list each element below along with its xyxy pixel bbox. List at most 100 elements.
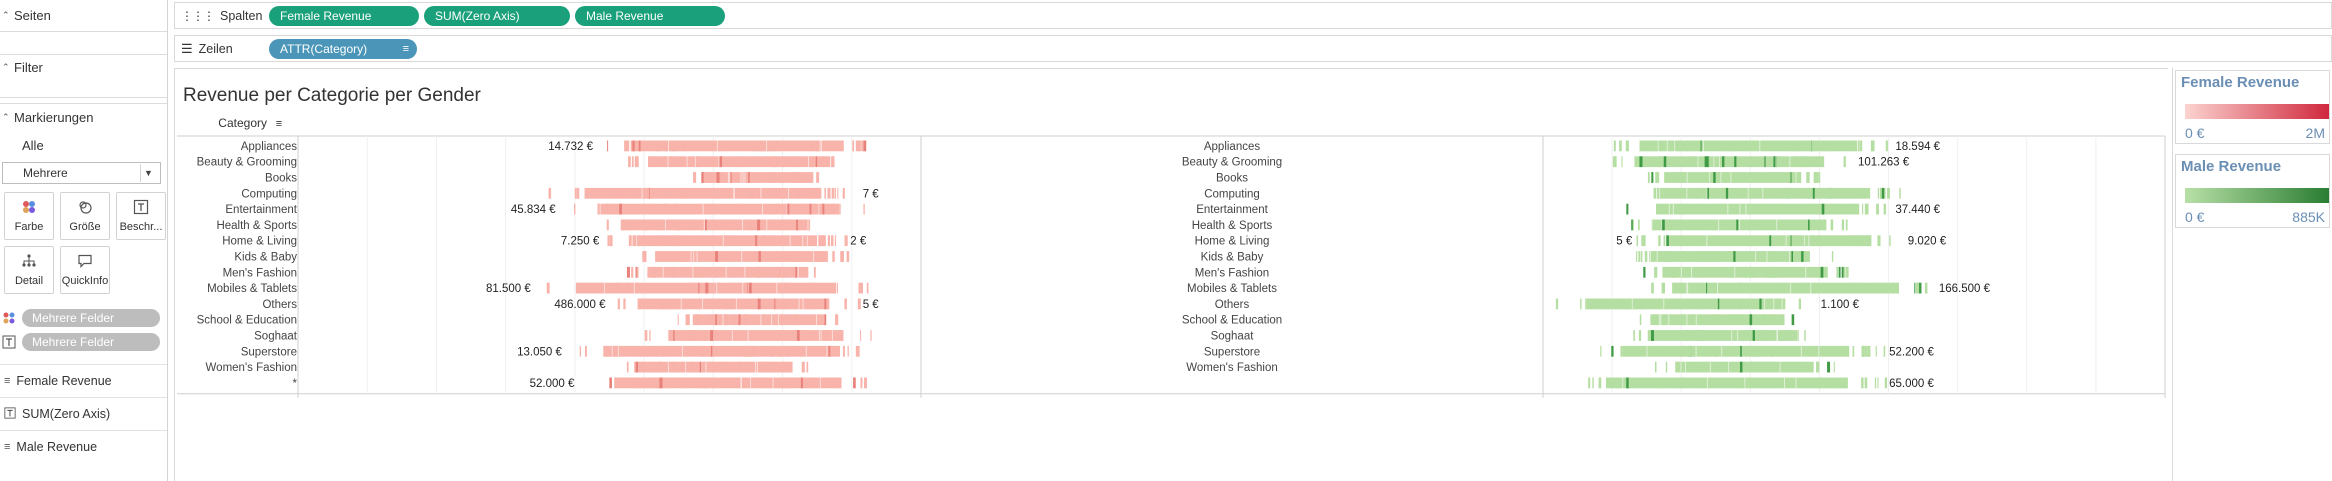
male-bar-tick (1735, 266, 1737, 278)
male-bar-tick (1716, 187, 1719, 199)
female-bar-tick (656, 219, 658, 231)
multiple-fields-pill[interactable]: Mehrere Felder (22, 309, 160, 327)
female-bar-tick (715, 314, 717, 326)
female-bar-tick (789, 361, 793, 373)
columns-pill-female-revenue[interactable]: Female Revenue (269, 5, 419, 26)
male-bar-tick (1739, 361, 1743, 373)
pages-card-header[interactable]: ⌃ Seiten (0, 0, 167, 30)
male-bar-gap (1720, 172, 1722, 183)
male-bar-gap (1795, 377, 1797, 389)
male-bar-tick (1656, 172, 1660, 183)
female-bar-tick (807, 298, 809, 310)
female-bar-tick (806, 361, 809, 373)
female-bar-tick (834, 235, 837, 247)
mark-type-dropdown[interactable]: Mehrere ▼ (2, 162, 161, 184)
male-bar-tick (1816, 235, 1819, 247)
female-bar-tick (739, 156, 743, 168)
label-field-row: Mehrere Felder (0, 330, 167, 354)
male-bar-tick (1672, 172, 1676, 183)
female-bar-tick (683, 298, 686, 310)
female-bar-gap (797, 266, 799, 278)
female-bar-gap (667, 156, 669, 168)
male-bar-tick (1815, 156, 1818, 168)
female-bar-tick (822, 203, 825, 215)
measure-female-revenue[interactable]: ≡ Female Revenue (0, 364, 167, 397)
multiple-fields-pill[interactable]: Mehrere Felder (22, 333, 160, 351)
female-bar-tick (650, 203, 653, 215)
sort-icon[interactable]: ≡ (403, 43, 409, 55)
male-bar-tick (1721, 187, 1725, 199)
female-bar-tick (810, 156, 814, 168)
columns-shelf[interactable]: ⋮⋮⋮ Spalten Female Revenue SUM(Zero Axis… (174, 2, 2332, 29)
female-bar-tick (782, 377, 785, 389)
columns-pill-zero-axis[interactable]: SUM(Zero Axis) (424, 5, 570, 26)
male-bar-gap (1818, 345, 1820, 357)
female-bar-tick (719, 156, 723, 168)
color-field-row: Mehrere Felder (0, 306, 167, 330)
female-bar-gap (776, 282, 778, 294)
male-bar-tick (1705, 361, 1707, 373)
detail-button[interactable]: Detail (4, 246, 54, 294)
male-bar-gap (1803, 235, 1805, 247)
male-bar-tick (1665, 361, 1668, 373)
female-bar-tick (637, 187, 640, 199)
male-bar-tick (1733, 251, 1736, 262)
color-button[interactable]: Farbe (4, 192, 54, 240)
chevron-up-icon[interactable]: ⌃ (2, 10, 10, 21)
male-bar-tick (1680, 282, 1683, 294)
female-bar-tick (737, 361, 740, 373)
female-bar-tick (757, 219, 761, 231)
female-revenue-legend[interactable]: Female Revenue 0 € 2M (2175, 70, 2330, 144)
marks-all-tab[interactable]: Alle (0, 130, 167, 160)
chevron-up-icon[interactable]: ⌃ (2, 62, 10, 73)
male-bar-tick (1884, 377, 1888, 389)
female-bar-tick (698, 282, 700, 294)
male-bar-tick (1823, 377, 1826, 389)
female-bar-tick (668, 187, 671, 199)
text-label-icon (4, 406, 16, 422)
male-bar-tick (1677, 377, 1680, 389)
male-bar-tick (1716, 314, 1720, 326)
male-bar-tick (1777, 172, 1781, 183)
female-bar-tick (839, 203, 841, 215)
marks-card-header[interactable]: ⌃ Markierungen (0, 104, 167, 130)
male-bar-tick (1788, 187, 1790, 199)
male-bar-tick (1838, 187, 1842, 199)
male-bar-tick (1899, 187, 1901, 199)
male-bar-tick (1685, 203, 1688, 215)
chevron-up-icon[interactable]: ⌃ (2, 112, 10, 123)
male-bar-tick (1841, 345, 1844, 357)
size-button[interactable]: Größe (60, 192, 110, 240)
measure-zero-axis[interactable]: SUM(Zero Axis) (0, 397, 167, 430)
rows-shelf[interactable]: ☰ Zeilen ATTR(Category) ≡ (174, 35, 2332, 62)
male-bar-tick (1631, 219, 1633, 231)
measure-male-revenue[interactable]: ≡ Male Revenue (0, 430, 167, 463)
male-bar-gap (1706, 377, 1708, 389)
label-button[interactable]: Beschr... (116, 192, 166, 240)
male-bar-tick (1651, 330, 1654, 341)
category-label: School & Education (197, 315, 297, 327)
male-bar-tick (1757, 235, 1760, 247)
female-bar-tick (837, 282, 839, 294)
male-revenue-legend[interactable]: Male Revenue 0 € 885K (2175, 154, 2330, 228)
female-bar-tick (664, 156, 667, 168)
columns-pill-male-revenue[interactable]: Male Revenue (575, 5, 725, 26)
female-bar-tick (786, 251, 789, 262)
female-bar-tick (813, 298, 817, 310)
legend-min: 0 € (2185, 209, 2205, 225)
male-bar-tick (1639, 298, 1643, 310)
chevron-down-icon[interactable]: ▼ (140, 164, 156, 182)
category-label: Books (265, 173, 297, 185)
tooltip-button[interactable]: QuickInfo (60, 246, 110, 294)
female-bar-tick (742, 377, 745, 389)
male-bar-tick (1830, 203, 1833, 215)
male-bar-tick (1770, 266, 1774, 278)
female-bar-tick (762, 235, 766, 247)
female-bar-tick (659, 377, 663, 389)
male-bar-tick (1681, 345, 1684, 357)
filter-card-header[interactable]: ⌃ Filter (0, 55, 167, 79)
female-bar-gap (772, 377, 774, 389)
rows-pill-category[interactable]: ATTR(Category) ≡ (269, 38, 417, 59)
male-bar-tick (1749, 361, 1752, 373)
female-bar-tick (792, 251, 796, 262)
